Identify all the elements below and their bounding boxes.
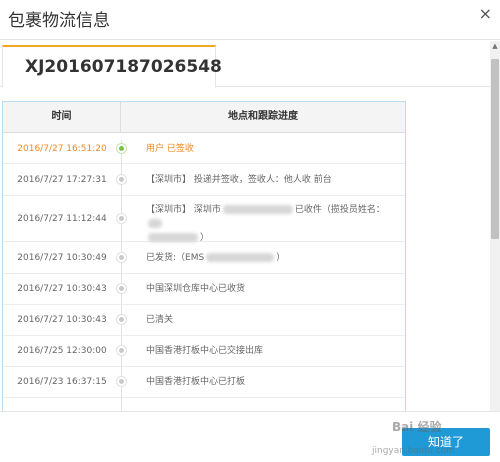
- table-row: 2016/7/27 10:30:49 已发货:（EMS ）: [3, 242, 405, 274]
- timeline-dot: [117, 253, 126, 262]
- tracking-number: XJ201607187026548: [25, 57, 222, 77]
- row-time: 2016/7/27 10:30:43: [17, 315, 107, 325]
- table-row: 2016/7/27 10:30:43 已清关: [3, 305, 405, 336]
- row-time: 2016/7/27 16:51:20: [17, 144, 107, 154]
- timeline-dot: [117, 175, 126, 184]
- timeline-dot: [117, 346, 126, 355]
- row-time: 2016/7/23 16:37:15: [17, 377, 107, 387]
- table-row: 2016/7/25 12:30:00 中国香港打板中心已交接出库: [3, 336, 405, 367]
- table-row: 2016/7/27 17:27:31 【深圳市】 投递并签收，签收人：他人收 前…: [3, 164, 405, 196]
- row-detail: 中国香港打板中心已打板: [146, 377, 246, 387]
- tab-bar: XJ201607187026548: [0, 41, 490, 88]
- table-row: 2016/7/27 11:12:44 【深圳市】 深圳市 已收件（揽投员姓名： ）: [3, 196, 405, 245]
- table-header: 时间 地点和跟踪进度: [3, 102, 405, 133]
- row-detail: 已清关: [146, 315, 174, 325]
- row-detail-part: 已发货:（EMS: [146, 253, 205, 263]
- row-detail-part: 已收件（揽投员姓名：: [294, 205, 385, 215]
- vertical-scrollbar[interactable]: ▲: [490, 41, 500, 411]
- row-time: 2016/7/27 10:30:49: [17, 253, 107, 263]
- redacted-text: [148, 233, 198, 242]
- row-detail: 【深圳市】 深圳市 已收件（揽投员姓名： ）: [146, 203, 396, 245]
- tab-tracking-number[interactable]: XJ201607187026548: [2, 45, 222, 88]
- row-detail: 用户 已签收: [146, 144, 194, 154]
- header-location: 地点和跟踪进度: [228, 111, 298, 122]
- scroll-up-arrow-icon[interactable]: ▲: [490, 41, 500, 51]
- row-detail-part: 【深圳市】 深圳市: [146, 205, 221, 215]
- dialog-title-bar: 包裹物流信息 ×: [0, 0, 500, 40]
- dialog-title: 包裹物流信息: [8, 11, 110, 31]
- close-icon[interactable]: ×: [479, 4, 492, 23]
- row-time: 2016/7/27 11:12:44: [17, 214, 107, 224]
- redacted-text: [222, 205, 293, 214]
- timeline-dot: [117, 377, 126, 386]
- row-detail: 已发货:（EMS ）: [146, 251, 396, 265]
- row-detail: 中国香港打板中心已交接出库: [146, 346, 264, 356]
- timeline-dot: [117, 315, 126, 324]
- row-time: 2016/7/27 10:30:43: [17, 284, 107, 294]
- row-time: 2016/7/27 17:27:31: [17, 175, 107, 185]
- dialog-content: XJ201607187026548 时间 地点和跟踪进度 2016/7/27 1…: [0, 41, 490, 411]
- scrollbar-thumb[interactable]: [491, 59, 499, 239]
- row-detail: 中国深圳仓库中心已收货: [146, 284, 246, 294]
- watermark-url: jingyan.baidu.com: [372, 446, 456, 456]
- row-time: 2016/7/25 12:30:00: [17, 346, 107, 356]
- table-row: 2016/7/27 16:51:20 用户 已签收: [3, 134, 405, 164]
- redacted-text: [206, 253, 275, 262]
- redacted-text: [148, 219, 162, 228]
- row-detail: 【深圳市】 投递并签收，签收人：他人收 前台: [146, 175, 332, 185]
- timeline-dot: [117, 214, 126, 223]
- dialog-footer: 知道了 Bai 经验 jingyan.baidu.com: [0, 411, 500, 462]
- tracking-table: 时间 地点和跟踪进度 2016/7/27 16:51:20 用户 已签收 201…: [2, 101, 406, 411]
- baidu-jingyan-watermark: Bai 经验 jingyan.baidu.com: [372, 418, 492, 460]
- row-detail-part: ）: [276, 253, 286, 263]
- watermark-logo: Bai 经验: [392, 420, 442, 434]
- header-time: 时间: [3, 102, 121, 132]
- table-row: 2016/7/23 16:37:15 中国香港打板中心已打板: [3, 367, 405, 398]
- timeline-dot: [117, 284, 126, 293]
- timeline-dot-current: [117, 144, 126, 153]
- table-row: 2016/7/27 10:30:43 中国深圳仓库中心已收货: [3, 274, 405, 305]
